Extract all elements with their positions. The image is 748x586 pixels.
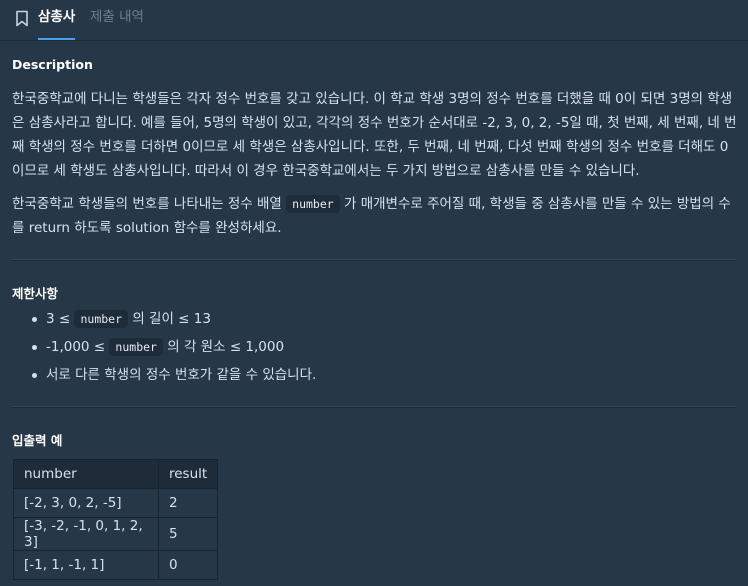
column-header-number: number <box>13 459 159 489</box>
cell-number: [-2, 3, 0, 2, -5] <box>13 488 159 518</box>
description-paragraph-2: 한국중학교 학생들의 번호를 나타내는 정수 배열 number 가 매개변수로… <box>12 192 738 240</box>
table-header-row: number result <box>13 459 219 489</box>
constraint-text: 의 각 원소 ≤ 1,000 <box>162 339 285 355</box>
description-heading: Description <box>12 57 93 72</box>
inline-code-number: number <box>109 338 163 356</box>
tab-submissions[interactable]: 제출 내역 <box>90 0 144 40</box>
constraint-text: 서로 다른 학생의 정수 번호가 같을 수 있습니다. <box>46 367 317 383</box>
inline-code-number: number <box>74 310 129 328</box>
constraints-list: 3 ≤ number 의 길이 ≤ 13 -1,000 ≤ number 의 각… <box>12 305 316 389</box>
cell-result: 2 <box>157 488 219 518</box>
tab-problem[interactable]: 삼총사 <box>38 0 76 40</box>
constraint-text: 의 길이 ≤ 13 <box>128 311 211 327</box>
constraint-text: 3 ≤ <box>46 311 75 327</box>
table-row: [-2, 3, 0, 2, -5] 2 <box>13 488 219 518</box>
inline-code-number: number <box>286 195 340 213</box>
list-item: -1,000 ≤ number 의 각 원소 ≤ 1,000 <box>12 333 316 361</box>
examples-table: number result [-2, 3, 0, 2, -5] 2 [-3, -… <box>13 459 219 580</box>
constraint-text: -1,000 ≤ <box>46 339 110 355</box>
constraints-heading: 제한사항 <box>12 286 59 301</box>
list-item: 서로 다른 학생의 정수 번호가 같을 수 있습니다. <box>12 361 316 389</box>
bookmark-icon[interactable] <box>15 10 29 27</box>
list-item: 3 ≤ number 의 길이 ≤ 13 <box>12 305 316 333</box>
examples-heading: 입출력 예 <box>12 433 63 448</box>
column-header-result: result <box>157 459 219 489</box>
cell-number: [-3, -2, -1, 0, 1, 2, 3] <box>13 517 159 551</box>
table-row: [-3, -2, -1, 0, 1, 2, 3] 5 <box>13 517 219 551</box>
cell-result: 5 <box>157 517 219 551</box>
cell-result: 0 <box>157 550 219 580</box>
table-row: [-1, 1, -1, 1] 0 <box>13 550 219 580</box>
section-divider <box>12 259 736 261</box>
cell-number: [-1, 1, -1, 1] <box>13 550 159 580</box>
section-divider <box>12 406 736 408</box>
problem-tab-bar: 삼총사 제출 내역 <box>0 0 748 41</box>
description-paragraph-1: 한국중학교에 다니는 학생들은 각자 정수 번호를 갖고 있습니다. 이 학교 … <box>12 91 737 179</box>
paragraph-text: 한국중학교 학생들의 번호를 나타내는 정수 배열 <box>12 196 287 212</box>
